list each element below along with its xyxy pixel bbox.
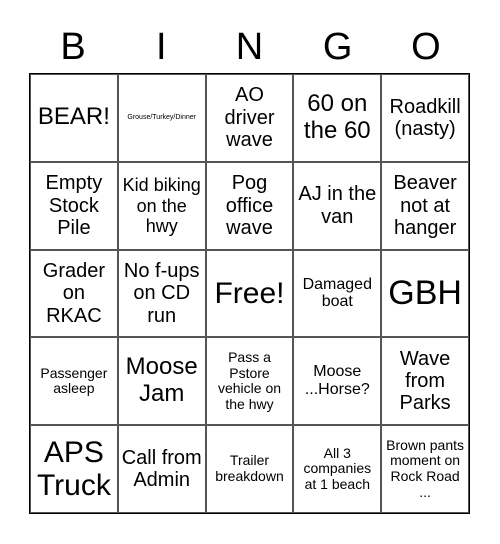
bingo-cell[interactable]: Moose ...Horse? bbox=[293, 337, 382, 426]
bingo-cell[interactable]: GBH bbox=[381, 249, 469, 338]
bingo-cell[interactable]: BEAR! bbox=[30, 74, 118, 162]
bingo-cell[interactable]: Empty Stock Pile bbox=[30, 161, 118, 250]
bingo-cell[interactable]: Roadkill (nasty) bbox=[381, 74, 469, 162]
header-letter-g: G bbox=[322, 26, 353, 68]
bingo-grid: BEAR! Grouse/Turkey/Dinner AO driver wav… bbox=[29, 73, 470, 514]
header-letter-n: N bbox=[235, 26, 264, 68]
bingo-cell[interactable]: Pog office wave bbox=[205, 161, 294, 250]
bingo-cell-free[interactable]: Free! bbox=[205, 249, 294, 338]
bingo-cell[interactable]: APS Truck bbox=[30, 425, 118, 513]
bingo-cell[interactable]: Damaged boat bbox=[293, 249, 382, 338]
bingo-cell[interactable]: Grader on RKAC bbox=[30, 249, 118, 338]
bingo-cell[interactable]: Pass a Pstore vehicle on the hwy bbox=[205, 337, 294, 426]
bingo-cell[interactable]: Moose Jam bbox=[117, 337, 206, 426]
bingo-header: B I N G O bbox=[29, 22, 470, 72]
bingo-cell[interactable]: 60 on the 60 bbox=[293, 74, 382, 162]
bingo-cell[interactable]: Kid biking on the hwy bbox=[117, 161, 206, 250]
header-letter-i: I bbox=[156, 26, 167, 68]
header-letter-o: O bbox=[411, 26, 441, 68]
bingo-cell[interactable]: AO driver wave bbox=[205, 74, 294, 162]
bingo-cell[interactable]: Passenger asleep bbox=[30, 337, 118, 426]
bingo-cell[interactable]: Call from Admin bbox=[117, 425, 206, 513]
bingo-cell[interactable]: AJ in the van bbox=[293, 161, 382, 250]
header-letter-b: B bbox=[60, 26, 86, 68]
bingo-cell[interactable]: Trailer breakdown bbox=[205, 425, 294, 513]
bingo-cell[interactable]: Brown pants moment on Rock Road ... bbox=[381, 425, 469, 513]
bingo-cell[interactable]: All 3 companies at 1 beach bbox=[293, 425, 382, 513]
bingo-cell[interactable]: Grouse/Turkey/Dinner bbox=[117, 74, 206, 162]
bingo-cell[interactable]: Beaver not at hanger bbox=[381, 161, 469, 250]
bingo-cell[interactable]: Wave from Parks bbox=[381, 337, 469, 426]
bingo-cell[interactable]: No f-ups on CD run bbox=[117, 249, 206, 338]
